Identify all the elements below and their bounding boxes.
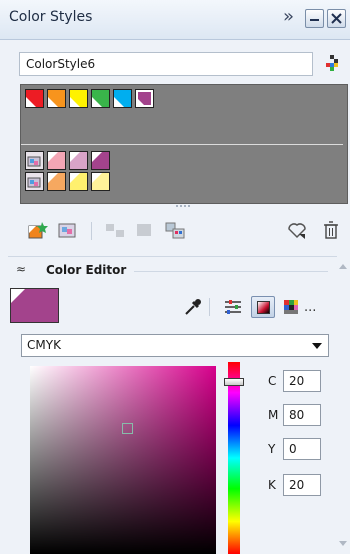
picker-marker[interactable] bbox=[122, 423, 133, 434]
resize-grip[interactable] bbox=[176, 205, 190, 207]
swatch-corner bbox=[92, 173, 102, 183]
new-color-harmony-icon[interactable] bbox=[57, 220, 79, 240]
eyedropper-icon[interactable] bbox=[180, 296, 204, 318]
color-swatch[interactable] bbox=[47, 89, 66, 108]
panel-title: Color Styles bbox=[9, 9, 93, 25]
swatch-corner bbox=[70, 173, 80, 183]
swatch-divider bbox=[21, 144, 343, 145]
panel-titlebar: Color Styles » bbox=[0, 0, 350, 40]
swatch-corner bbox=[48, 152, 58, 162]
mode-separator bbox=[209, 298, 210, 316]
current-color-swatch bbox=[10, 288, 59, 323]
cmyk-input-k[interactable]: 20 bbox=[283, 474, 321, 496]
vertical-scrollbar[interactable] bbox=[337, 256, 350, 554]
color-editor-title: Color Editor bbox=[46, 263, 127, 277]
color-swatch[interactable] bbox=[113, 89, 132, 108]
close-icon bbox=[331, 13, 342, 24]
swatch-corner bbox=[92, 97, 102, 107]
expand-chevron-icon[interactable]: » bbox=[283, 6, 294, 27]
color-swatch[interactable] bbox=[47, 151, 66, 170]
swatch-corner bbox=[114, 97, 124, 107]
color-swatch[interactable] bbox=[25, 89, 44, 108]
color-swatch[interactable] bbox=[69, 89, 88, 108]
import-styles-icon[interactable] bbox=[164, 220, 186, 240]
swatch-corner bbox=[48, 173, 58, 183]
color-editor-header[interactable]: ≈ Color Editor bbox=[12, 262, 332, 280]
color-styles-list[interactable] bbox=[20, 84, 348, 204]
cmyk-input-y[interactable]: 0 bbox=[283, 438, 321, 460]
cmyk-input-c[interactable]: 20 bbox=[283, 370, 321, 392]
scroll-down-icon[interactable] bbox=[339, 541, 347, 546]
hue-slider-handle[interactable] bbox=[224, 378, 244, 386]
cmyk-label-y: Y bbox=[268, 442, 276, 456]
color-harmony-icon[interactable] bbox=[320, 53, 342, 75]
cmyk-label-c: C bbox=[268, 374, 277, 388]
swatch-corner bbox=[136, 97, 146, 107]
more-options-button[interactable]: ... bbox=[304, 300, 316, 315]
color-picker-area[interactable] bbox=[30, 366, 216, 554]
minimize-button[interactable] bbox=[305, 9, 324, 28]
cmyk-input-m[interactable]: 80 bbox=[283, 404, 321, 426]
toolbar-separator bbox=[91, 222, 92, 240]
swatch-corner bbox=[70, 97, 80, 107]
apply-styles-icon bbox=[137, 224, 151, 236]
palettes-view-icon[interactable] bbox=[279, 296, 303, 318]
harmony-icon bbox=[27, 156, 41, 167]
harmony-swatch[interactable] bbox=[25, 151, 44, 170]
link-harmony-icon[interactable] bbox=[285, 220, 307, 240]
color-swatch[interactable] bbox=[91, 151, 110, 170]
delete-icon[interactable] bbox=[320, 220, 342, 240]
swatch-corner bbox=[70, 152, 80, 162]
color-swatch[interactable] bbox=[69, 151, 88, 170]
cmyk-label-m: M bbox=[268, 408, 279, 422]
color-model-value: CMYK bbox=[27, 338, 61, 352]
cmyk-label-k: K bbox=[268, 478, 276, 492]
color-swatch[interactable] bbox=[69, 172, 88, 191]
new-color-style-icon[interactable] bbox=[27, 220, 49, 240]
close-button[interactable] bbox=[327, 9, 346, 28]
scroll-up-icon[interactable] bbox=[339, 264, 347, 269]
swatch-corner bbox=[48, 97, 58, 107]
color-swatch[interactable] bbox=[91, 172, 110, 191]
color-model-select[interactable]: CMYK bbox=[21, 334, 329, 357]
panel-separator bbox=[8, 256, 338, 257]
color-swatch[interactable] bbox=[47, 172, 66, 191]
color-swatch[interactable] bbox=[91, 89, 110, 108]
swatch-corner bbox=[26, 97, 36, 107]
styles-toolbar bbox=[0, 208, 350, 248]
viewer-mode-button[interactable] bbox=[251, 296, 275, 318]
swatch-corner bbox=[92, 152, 102, 162]
convert-to-harmony-icon bbox=[106, 224, 124, 237]
dropdown-arrow-icon bbox=[312, 343, 322, 349]
swatch-corner bbox=[11, 289, 25, 303]
sliders-view-icon[interactable] bbox=[221, 296, 245, 318]
collapse-chevron-icon[interactable]: ≈ bbox=[16, 262, 26, 276]
harmony-swatch[interactable] bbox=[25, 172, 44, 191]
harmony-icon bbox=[27, 177, 41, 188]
color-swatch[interactable] bbox=[135, 89, 154, 108]
hue-slider[interactable] bbox=[228, 362, 240, 554]
header-rule bbox=[134, 271, 328, 272]
style-name-field[interactable]: ColorStyle6 bbox=[19, 52, 313, 76]
